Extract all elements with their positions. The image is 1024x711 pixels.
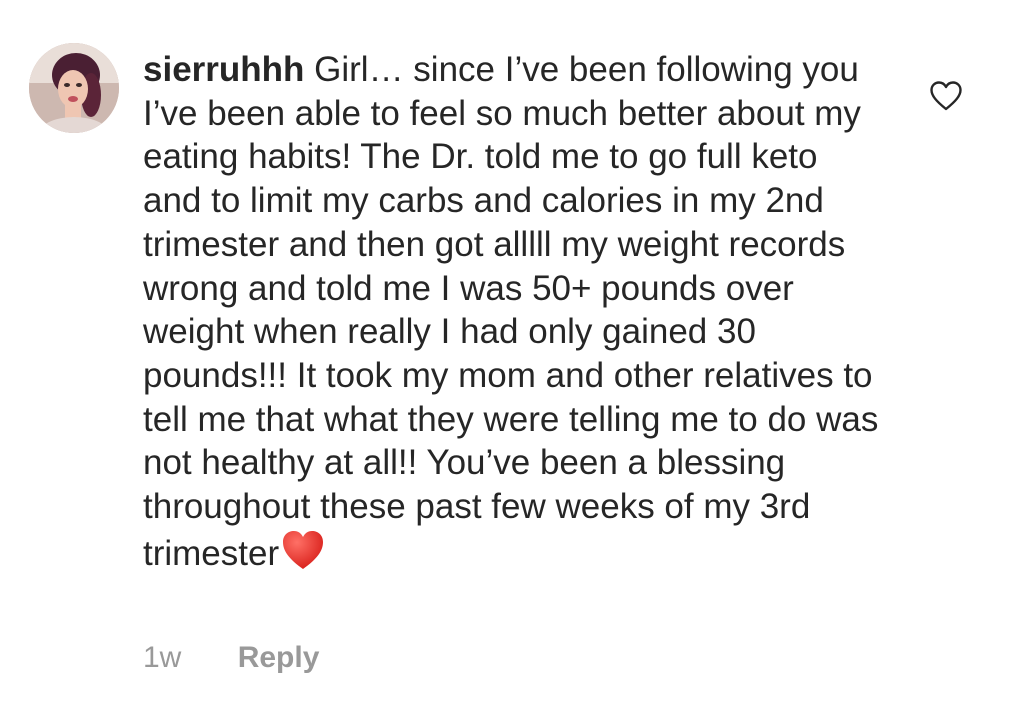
comment-text: Girl… since I’ve been following you I’ve… [143, 50, 879, 573]
comment-item: sierruhhh Girl… since I’ve been followin… [0, 0, 1024, 711]
reply-button[interactable]: Reply [238, 640, 320, 676]
avatar[interactable] [29, 43, 119, 133]
profile-photo [29, 43, 119, 133]
like-heart-icon[interactable] [929, 80, 963, 112]
comment-meta-row: 1w Reply [143, 640, 319, 676]
comment-username[interactable]: sierruhhh [143, 50, 304, 89]
comment-timestamp: 1w [143, 641, 182, 674]
comment-text-block: sierruhhh Girl… since I’ve been followin… [143, 48, 883, 581]
red-heart-emoji-icon [281, 529, 325, 582]
